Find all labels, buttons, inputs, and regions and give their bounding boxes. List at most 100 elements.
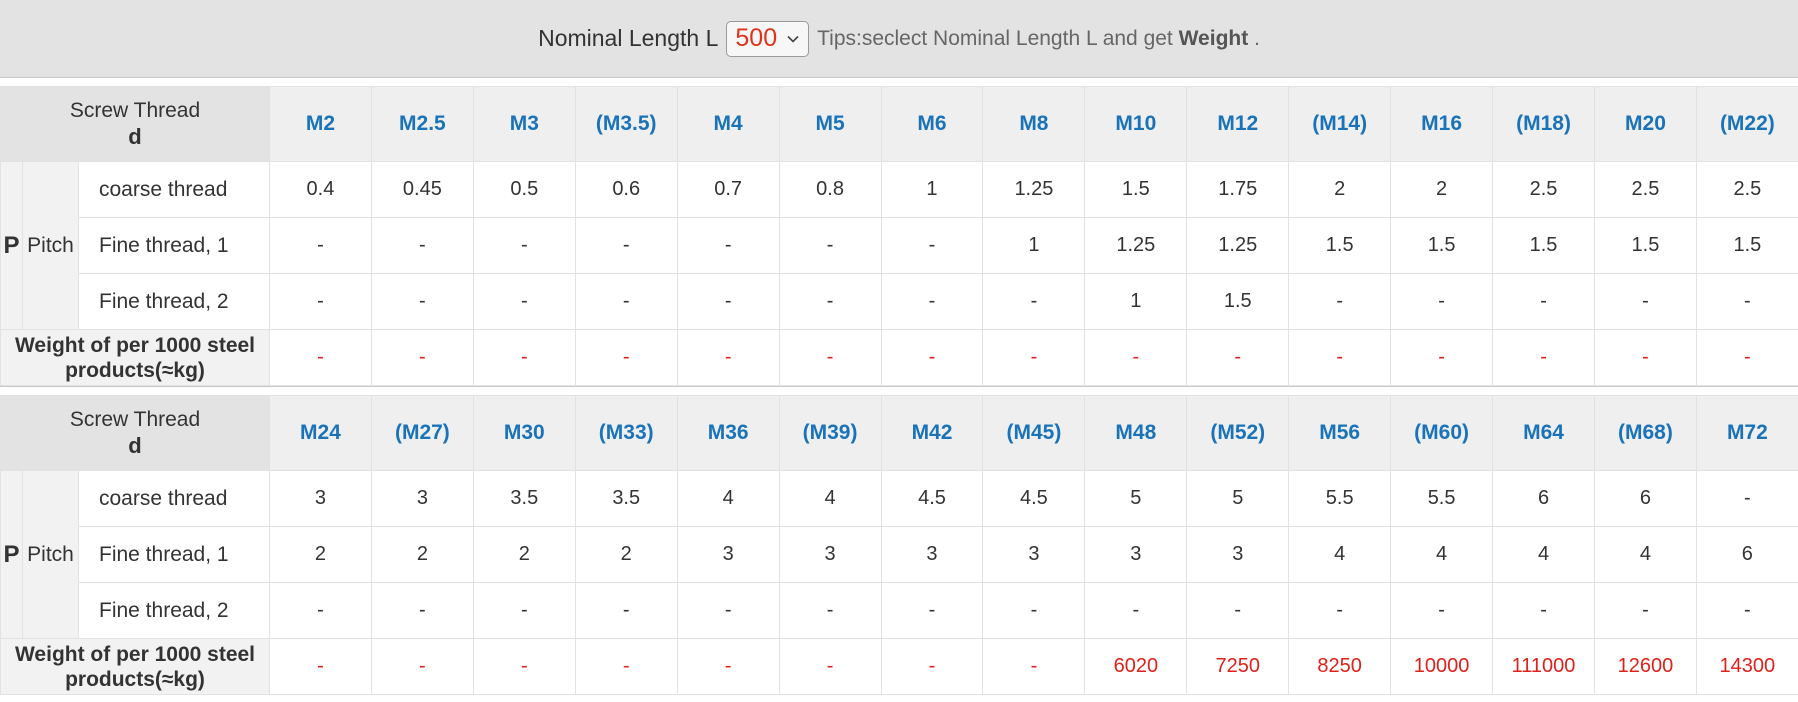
thread-size-cell[interactable]: M36: [676, 395, 780, 471]
fine1-pitch-cell: 2: [574, 526, 678, 583]
weight-cell: -: [778, 638, 882, 695]
weight-cell: -: [1084, 329, 1188, 386]
thread-size-cell[interactable]: M24: [269, 395, 372, 471]
coarse-thread-label: coarse thread: [78, 161, 270, 218]
fine2-pitch-cell: -: [269, 582, 372, 639]
coarse-pitch-cell: 0.8: [778, 161, 882, 218]
weight-cell: -: [982, 329, 1086, 386]
screw-thread-label: Screw Thread d: [0, 86, 270, 162]
weight-cell: -: [880, 638, 984, 695]
weight-cell: 14300: [1695, 638, 1798, 695]
fine-thread-1-label: Fine thread, 1: [78, 217, 270, 274]
fine2-pitch-cell: -: [1186, 582, 1290, 639]
fine-thread-1-row: Fine thread, 1- - - - - - -1 1.25 1.25 1.5 1.5 1.5 1…: [1, 217, 1798, 274]
thread-size-cell[interactable]: (M22): [1695, 86, 1798, 162]
thread-size-cell[interactable]: (M27): [370, 395, 474, 471]
coarse-pitch-cell: 1.25: [982, 161, 1086, 218]
size-header-row: Screw Thread d M2 M2.5 M3 (M3.5) M4 M5 M6 M8 M10 M1…: [0, 86, 1798, 162]
fine2-pitch-cell: -: [982, 273, 1086, 330]
fine2-pitch-cell: -: [1492, 273, 1595, 330]
thread-size-cell[interactable]: (M14): [1288, 86, 1392, 162]
coarse-pitch-cell: 0.5: [472, 161, 576, 218]
thread-size-cell[interactable]: M56: [1288, 395, 1392, 471]
fine1-pitch-cell: 3: [1186, 526, 1290, 583]
fine2-pitch-cell: -: [880, 582, 984, 639]
thread-size-cell[interactable]: (M33): [574, 395, 678, 471]
thread-size-cell[interactable]: M48: [1084, 395, 1188, 471]
thread-size-cell[interactable]: (M45): [982, 395, 1086, 471]
weight-cell: -: [1695, 329, 1798, 386]
thread-size-cell[interactable]: M5: [778, 86, 882, 162]
thread-size-cell[interactable]: M64: [1492, 395, 1595, 471]
fine-thread-2-label: Fine thread, 2: [78, 582, 270, 639]
coarse-pitch-cell: 2.5: [1492, 161, 1595, 218]
coarse-pitch-cell: 4: [778, 470, 882, 527]
fine1-pitch-cell: -: [778, 217, 882, 274]
coarse-pitch-cell: 2.5: [1593, 161, 1697, 218]
thread-size-cell[interactable]: M72: [1695, 395, 1798, 471]
fine1-pitch-cell: 1.5: [1492, 217, 1595, 274]
fine2-pitch-cell: -: [778, 273, 882, 330]
fine2-pitch-cell: -: [1492, 582, 1595, 639]
thread-size-cell[interactable]: M4: [676, 86, 780, 162]
fine2-pitch-cell: -: [1390, 582, 1494, 639]
thread-size-cell[interactable]: (M68): [1593, 395, 1697, 471]
thread-size-cell[interactable]: M8: [982, 86, 1086, 162]
coarse-pitch-cell: 1.5: [1084, 161, 1188, 218]
fine2-pitch-cell: -: [1695, 582, 1798, 639]
weight-cell: -: [574, 329, 678, 386]
coarse-pitch-cell: 0.45: [370, 161, 474, 218]
fine2-pitch-cell: -: [1084, 582, 1188, 639]
fine1-pitch-cell: -: [880, 217, 984, 274]
tips-text: Tips:seclect Nominal Length L and get We…: [817, 27, 1260, 51]
weight-cell: 8250: [1288, 638, 1392, 695]
fine2-pitch-cell: 1.5: [1186, 273, 1290, 330]
thread-size-cell[interactable]: M10: [1084, 86, 1188, 162]
thread-size-cell[interactable]: M12: [1186, 86, 1290, 162]
thread-size-cell[interactable]: (M39): [778, 395, 882, 471]
fine2-pitch-cell: -: [1593, 273, 1697, 330]
fine1-pitch-cell: 1.25: [1084, 217, 1188, 274]
fine2-pitch-cell: -: [982, 582, 1086, 639]
nominal-length-select[interactable]: 500: [726, 20, 810, 57]
weight-cell: -: [778, 329, 882, 386]
thread-size-cell[interactable]: M16: [1390, 86, 1494, 162]
thread-size-cell[interactable]: M30: [472, 395, 576, 471]
coarse-pitch-cell: 6: [1593, 470, 1697, 527]
fine1-pitch-cell: -: [370, 217, 474, 274]
thread-size-cell[interactable]: M20: [1593, 86, 1697, 162]
fine2-pitch-cell: -: [269, 273, 372, 330]
fine2-pitch-cell: -: [1695, 273, 1798, 330]
fine-thread-1-label: Fine thread, 1: [78, 526, 270, 583]
coarse-pitch-cell: 4.5: [880, 470, 984, 527]
weight-cell: -: [472, 329, 576, 386]
fine2-pitch-cell: -: [880, 273, 984, 330]
thread-size-cell[interactable]: M3: [472, 86, 576, 162]
fine1-pitch-cell: 3: [676, 526, 780, 583]
fine1-pitch-cell: 2: [370, 526, 474, 583]
fine2-pitch-cell: -: [370, 273, 474, 330]
weight-cell: -: [676, 638, 780, 695]
thread-size-cell[interactable]: M42: [880, 395, 984, 471]
fine2-pitch-cell: -: [1288, 582, 1392, 639]
thread-size-cell[interactable]: M2.5: [370, 86, 474, 162]
thread-size-cell[interactable]: (M18): [1492, 86, 1595, 162]
thread-size-cell[interactable]: (M52): [1186, 395, 1290, 471]
thread-size-cell[interactable]: (M60): [1390, 395, 1494, 471]
thread-size-cell[interactable]: M6: [880, 86, 984, 162]
thread-size-cell[interactable]: (M3.5): [574, 86, 678, 162]
fine1-pitch-cell: 1.5: [1593, 217, 1697, 274]
fine2-pitch-cell: -: [574, 582, 678, 639]
coarse-pitch-cell: 0.7: [676, 161, 780, 218]
thread-size-cell[interactable]: M2: [269, 86, 372, 162]
fine-thread-2-label: Fine thread, 2: [78, 273, 270, 330]
weight-cell: -: [472, 638, 576, 695]
coarse-pitch-cell: 1.75: [1186, 161, 1290, 218]
coarse-pitch-cell: 3: [269, 470, 372, 527]
weight-cell: -: [880, 329, 984, 386]
weight-cell: -: [269, 329, 372, 386]
weight-cell: 12600: [1593, 638, 1697, 695]
fine1-pitch-cell: 6: [1695, 526, 1798, 583]
coarse-pitch-cell: 1: [880, 161, 984, 218]
spec-table: Screw Thread d M24 (M27) M30 (M33) M36 (M39) M42…: [0, 395, 1798, 695]
